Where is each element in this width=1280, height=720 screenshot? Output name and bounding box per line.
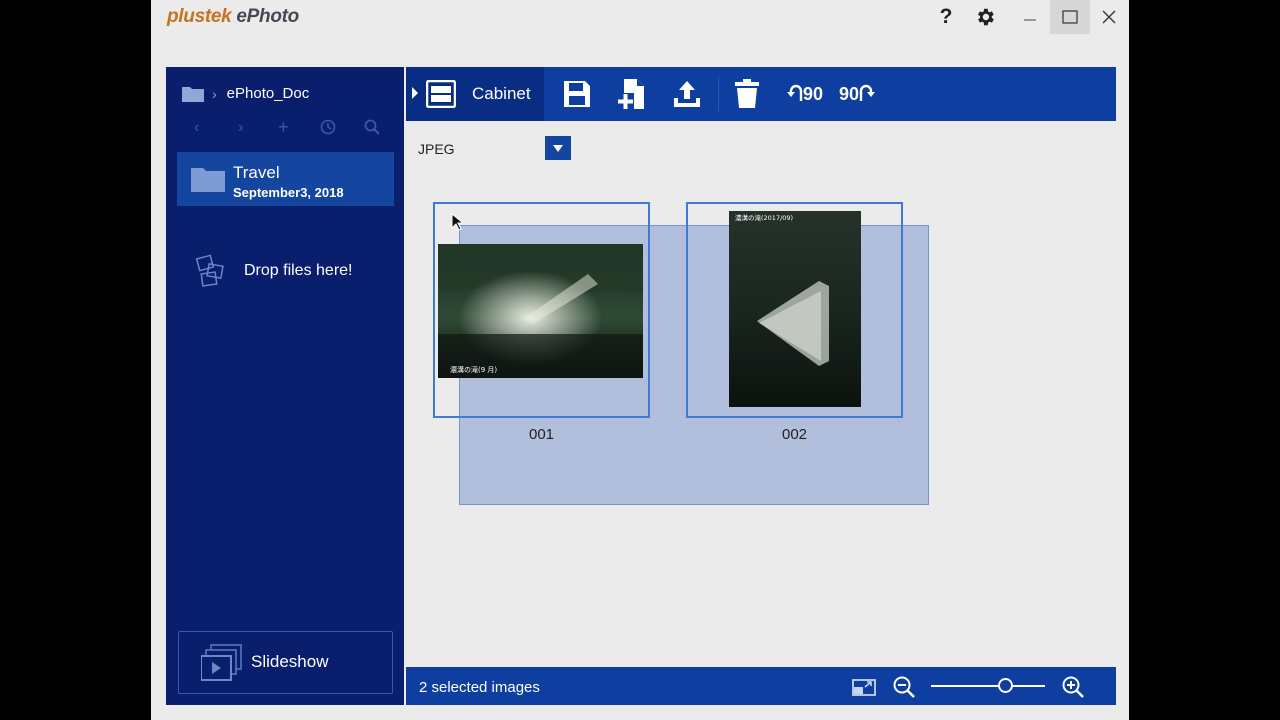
thumbnail-002[interactable]: 濃溝の滝(2017/09) 002 [686, 202, 903, 443]
settings-button[interactable] [965, 0, 1005, 34]
add-icon[interactable]: + [278, 117, 289, 138]
close-icon [1102, 10, 1116, 24]
add-page-button[interactable] [614, 77, 648, 111]
close-button[interactable] [1089, 0, 1129, 34]
maximize-button[interactable] [1050, 0, 1090, 34]
cabinet-button[interactable]: Cabinet [406, 67, 544, 121]
upload-button[interactable] [670, 77, 704, 111]
thumbnail-image: 濃溝の滝(9 月) [438, 244, 643, 378]
cabinet-icon [426, 80, 456, 108]
toolbar: Cabinet 90 90 [406, 67, 1116, 121]
help-button[interactable]: ? [926, 0, 966, 34]
fit-window-button[interactable] [852, 675, 876, 699]
status-bar: 2 selected images [406, 667, 1116, 705]
gear-icon [978, 8, 994, 26]
thumbnail-caption: 001 [528, 426, 555, 443]
app-logo: plustek ePhoto [167, 6, 299, 28]
rotate-left-label: 90 [802, 83, 824, 104]
folder-icon [182, 87, 204, 102]
back-icon[interactable]: ‹ [194, 119, 199, 137]
folder-item-travel[interactable]: Travel September3, 2018 [177, 152, 394, 206]
brand-text-plustek: plustek [167, 6, 232, 27]
thumbnail-overlay-text: 濃溝の滝(9 月) [450, 365, 497, 374]
slideshow-icon [201, 644, 242, 681]
thumbnail-image: 濃溝の滝(2017/09) [729, 211, 861, 407]
rotate-right-icon [859, 84, 876, 101]
mouse-cursor-icon [451, 213, 463, 231]
minimize-icon [1024, 19, 1036, 21]
image-grid: JPEG 濃溝の滝(9 月) 001 濃溝の滝(2017/09) 002 [406, 121, 1116, 667]
folder-date: September3, 2018 [233, 185, 344, 200]
thumbnail-001[interactable]: 濃溝の滝(9 月) 001 [433, 202, 650, 443]
format-select-value[interactable]: JPEG [418, 141, 455, 157]
format-dropdown-button[interactable] [545, 136, 571, 160]
slideshow-button[interactable]: Slideshow [178, 631, 393, 694]
forward-icon[interactable]: › [238, 119, 243, 137]
drop-files-icon [196, 254, 224, 287]
toolbar-divider [718, 77, 719, 111]
brand-text-ephoto: ePhoto [231, 6, 299, 27]
cabinet-label: Cabinet [472, 84, 531, 103]
rotate-right-label: 90 [838, 83, 860, 104]
selection-status: 2 selected images [419, 679, 540, 696]
nav-row: ‹ › + [190, 117, 390, 140]
sidebar: › ePhoto_Doc ‹ › + Travel September3, 20… [166, 67, 404, 705]
delete-icon [735, 79, 759, 108]
rotate-right-button[interactable]: 90 [836, 77, 878, 111]
upload-icon [674, 81, 700, 107]
zoom-slider-handle[interactable] [997, 678, 1013, 693]
drop-zone[interactable]: Drop files here! [196, 253, 353, 289]
save-icon [564, 81, 590, 107]
maximize-icon [1062, 10, 1078, 24]
folder-icon [191, 168, 225, 192]
history-icon[interactable] [320, 119, 336, 140]
expand-arrow-icon [412, 87, 418, 99]
slideshow-label: Slideshow [251, 652, 329, 671]
folder-name: Travel [233, 163, 280, 182]
zoom-out-button[interactable] [892, 675, 916, 699]
app-window: plustek ePhoto ? › ePhoto_Doc ‹ › + Trav… [151, 0, 1129, 720]
breadcrumb[interactable]: › ePhoto_Doc [182, 85, 309, 102]
fit-window-icon [852, 679, 876, 696]
zoom-in-icon [1062, 676, 1084, 698]
rotate-left-icon [786, 84, 803, 101]
rotate-left-button[interactable]: 90 [784, 77, 826, 111]
zoom-out-icon [893, 676, 915, 698]
thumbnail-caption: 002 [781, 426, 808, 443]
chevron-down-icon [553, 144, 563, 152]
zoom-in-button[interactable] [1061, 675, 1085, 699]
chevron-right-icon: › [212, 85, 217, 102]
zoom-slider-track[interactable] [931, 685, 1045, 687]
delete-button[interactable] [730, 77, 764, 111]
title-bar: plustek ePhoto ? [151, 0, 1129, 36]
add-page-icon [617, 79, 644, 110]
thumbnail-overlay-text: 濃溝の滝(2017/09) [735, 213, 793, 222]
save-button[interactable] [560, 77, 594, 111]
breadcrumb-label: ePhoto_Doc [226, 85, 310, 102]
minimize-button[interactable] [1010, 0, 1050, 34]
drop-label: Drop files here! [244, 262, 353, 279]
search-icon[interactable] [364, 119, 380, 140]
